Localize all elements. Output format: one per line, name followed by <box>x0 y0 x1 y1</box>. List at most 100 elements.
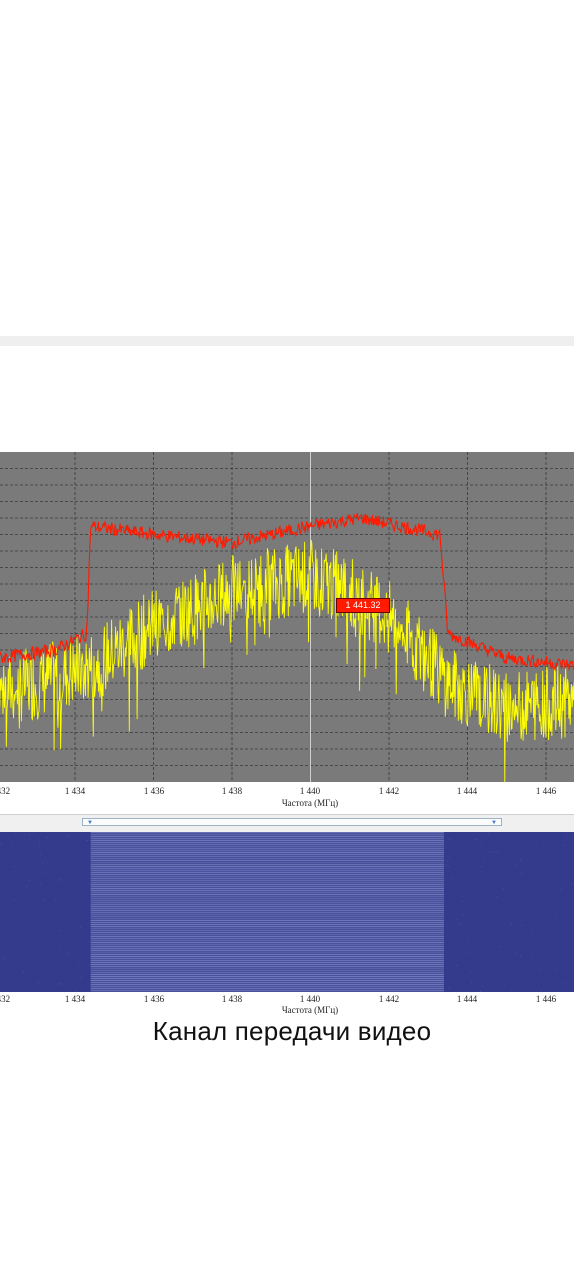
noise-speck <box>471 982 473 984</box>
noise-speck <box>488 833 490 835</box>
x-tick-label: 1 436 <box>143 994 165 1004</box>
waterfall-row <box>90 962 444 963</box>
waterfall-scrollbar[interactable]: ▼ ▼ <box>0 814 574 833</box>
scroll-left-icon[interactable]: ▼ <box>87 820 93 826</box>
waterfall-row <box>90 834 444 835</box>
x-tick-label: 1 436 <box>143 786 165 796</box>
noise-speck <box>43 900 45 902</box>
waterfall-row <box>90 936 444 937</box>
waterfall-row <box>90 968 444 969</box>
noise-speck <box>468 951 470 953</box>
marker-label: 1 441.32 <box>336 598 390 613</box>
noise-speck <box>86 839 88 841</box>
waterfall-row <box>90 868 444 869</box>
noise-speck <box>515 864 517 866</box>
waterfall-row <box>90 942 444 943</box>
noise-speck <box>42 862 44 864</box>
waterfall-row <box>90 930 444 931</box>
spectrum-svg <box>0 452 574 782</box>
waterfall-row <box>90 946 444 947</box>
noise-speck <box>521 872 523 874</box>
waterfall-row <box>90 904 444 905</box>
noise-speck <box>39 843 41 845</box>
noise-speck <box>0 843 2 845</box>
noise-speck <box>39 883 41 885</box>
waterfall-row <box>90 966 444 967</box>
noise-speck <box>511 990 513 992</box>
waterfall-row <box>90 976 444 977</box>
noise-speck <box>521 924 523 926</box>
waterfall-x-axis: 1 432 1 434 1 436 1 438 1 440 1 442 1 44… <box>0 992 574 1018</box>
waterfall-row <box>90 940 444 941</box>
x-tick-label: 1 446 <box>535 786 557 796</box>
waterfall-row <box>90 912 444 913</box>
noise-speck <box>462 914 464 916</box>
noise-speck <box>481 865 483 867</box>
waterfall-row <box>90 954 444 955</box>
waterfall-row <box>90 922 444 923</box>
waterfall-row <box>90 882 444 883</box>
waterfall-row <box>90 950 444 951</box>
noise-speck <box>502 887 504 889</box>
waterfall-row <box>90 880 444 881</box>
waterfall-row <box>90 932 444 933</box>
noise-speck <box>58 949 60 951</box>
waterfall-row <box>90 870 444 871</box>
scroll-right-icon[interactable]: ▼ <box>491 820 497 826</box>
waterfall-row <box>90 894 444 895</box>
waterfall-row <box>90 886 444 887</box>
x-tick-label: 1 442 <box>378 994 400 1004</box>
noise-speck <box>571 883 573 885</box>
x-tick-label: 1 434 <box>64 994 86 1004</box>
noise-speck <box>509 953 511 955</box>
waterfall-row <box>90 840 444 841</box>
noise-speck <box>41 873 43 875</box>
waterfall-row <box>90 898 444 899</box>
waterfall-row <box>90 900 444 901</box>
noise-speck <box>532 933 534 935</box>
x-tick-label: 1 444 <box>456 994 478 1004</box>
waterfall-row <box>90 862 444 863</box>
waterfall-row <box>90 960 444 961</box>
noise-speck <box>37 982 39 984</box>
scroll-track[interactable]: ▼ ▼ <box>82 818 502 826</box>
waterfall-row <box>90 838 444 839</box>
waterfall-row <box>90 872 444 873</box>
noise-speck <box>59 983 61 985</box>
noise-speck <box>463 945 465 947</box>
waterfall-row <box>90 888 444 889</box>
waterfall-row <box>90 970 444 971</box>
waterfall-row <box>90 956 444 957</box>
noise-speck <box>447 865 449 867</box>
noise-speck <box>510 923 512 925</box>
x-axis-title: Частота (МГц) <box>281 1005 339 1015</box>
noise-speck <box>565 833 567 835</box>
noise-speck <box>519 859 521 861</box>
waterfall-row <box>90 934 444 935</box>
noise-speck <box>61 983 63 985</box>
noise-speck <box>76 892 78 894</box>
noise-speck <box>492 851 494 853</box>
noise-speck <box>515 952 517 954</box>
noise-speck <box>560 888 562 890</box>
x-tick-label: 1 434 <box>64 786 86 796</box>
noise-speck <box>13 899 15 901</box>
noise-speck <box>55 899 57 901</box>
waterfall-row <box>90 852 444 853</box>
waterfall-row <box>90 944 444 945</box>
noise-speck <box>470 970 472 972</box>
figure-caption: Канал передачи видео <box>152 1016 432 1046</box>
x-tick-label: 1 432 <box>0 786 11 796</box>
waterfall-row <box>90 856 444 857</box>
noise-speck <box>531 956 533 958</box>
noise-speck <box>29 879 31 881</box>
waterfall-row <box>90 964 444 965</box>
waterfall-row <box>90 918 444 919</box>
noise-speck <box>448 987 450 989</box>
noise-speck <box>564 982 566 984</box>
noise-speck <box>28 833 30 835</box>
waterfall-row <box>90 884 444 885</box>
noise-speck <box>475 871 477 873</box>
x-tick-label: 1 438 <box>221 786 243 796</box>
section-divider <box>0 336 574 346</box>
